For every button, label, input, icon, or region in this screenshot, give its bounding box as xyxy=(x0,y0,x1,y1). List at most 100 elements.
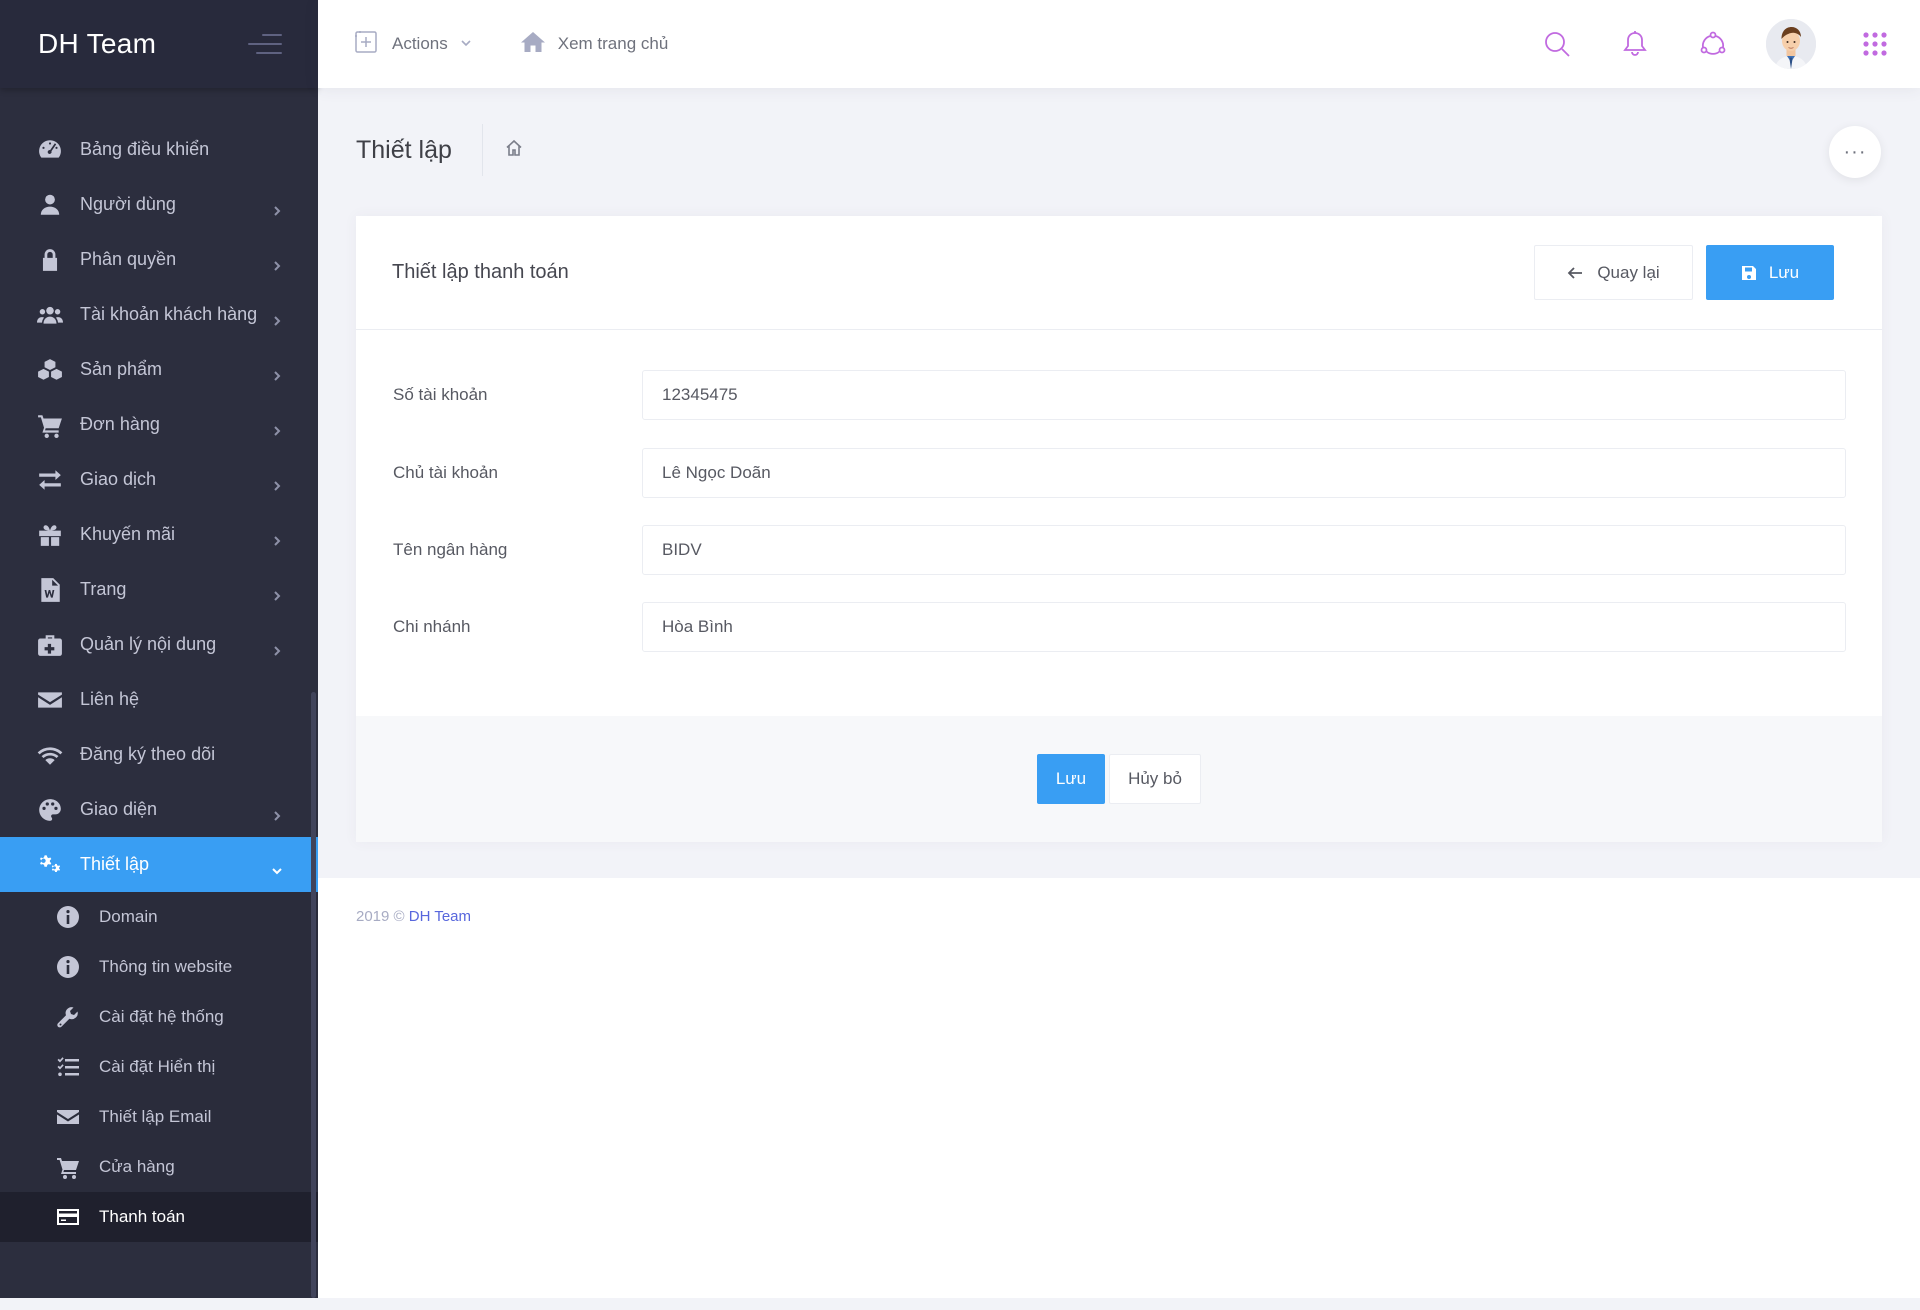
sidebar: DH Team Bảng điều khiển Người dùng Phân … xyxy=(0,0,318,1298)
info-circle-icon xyxy=(55,954,81,980)
cogs-icon xyxy=(36,851,64,879)
envelope-icon xyxy=(36,686,64,714)
sidebar-item-label: Giao dịch xyxy=(80,469,157,489)
submenu-item-payment[interactable]: Thanh toán xyxy=(0,1192,318,1242)
branch-input[interactable] xyxy=(642,602,1846,652)
submenu-item-label: Domain xyxy=(99,907,158,926)
sidebar-item-contact[interactable]: Liên hệ xyxy=(0,672,318,727)
sidebar-item-customer-accounts[interactable]: Tài khoản khách hàng xyxy=(0,287,318,342)
breadcrumb-home-icon[interactable] xyxy=(505,139,523,162)
apps-grid-icon[interactable] xyxy=(1830,0,1920,88)
brand-name[interactable]: DH Team xyxy=(38,28,156,60)
sidebar-item-theme[interactable]: Giao diện xyxy=(0,782,318,837)
footer-save-button[interactable]: Lưu xyxy=(1037,754,1105,804)
sidebar-item-label: Liên hệ xyxy=(80,689,140,709)
sidebar-item-dashboard[interactable]: Bảng điều khiển xyxy=(0,122,318,177)
floppy-disk-icon xyxy=(1741,265,1756,280)
submenu-item-label: Thiết lập Email xyxy=(99,1107,212,1126)
more-dots-icon: ··· xyxy=(1843,140,1867,163)
submenu-item-label: Cửa hàng xyxy=(99,1157,175,1176)
sidebar-menu: Bảng điều khiển Người dùng Phân quyền Tà… xyxy=(0,88,318,892)
portlet-footer: Lưu Hủy bỏ xyxy=(356,716,1882,842)
chevron-right-icon xyxy=(272,200,282,216)
submenu-item-website-info[interactable]: Thông tin website xyxy=(0,942,318,992)
cart-icon xyxy=(36,411,64,439)
payment-settings-portlet: Thiết lập thanh toán Quay lại Lưu Số tài… xyxy=(356,216,1882,842)
back-button[interactable]: Quay lại xyxy=(1534,245,1693,300)
avatar[interactable] xyxy=(1766,19,1816,69)
sidebar-item-products[interactable]: Sản phẩm xyxy=(0,342,318,397)
chevron-right-icon xyxy=(272,475,282,491)
page-title: Thiết lập xyxy=(356,124,483,176)
sidebar-item-label: Sản phẩm xyxy=(80,359,163,379)
actions-label: Actions xyxy=(392,34,448,53)
chevron-down-icon xyxy=(448,34,472,54)
view-homepage-label: Xem trang chủ xyxy=(557,34,669,53)
view-homepage-link[interactable]: Xem trang chủ xyxy=(520,30,669,59)
add-box-icon xyxy=(354,30,378,59)
sidebar-item-label: Giao diện xyxy=(80,799,158,819)
chevron-right-icon xyxy=(272,640,282,656)
settings-submenu: Domain Thông tin website Cài đặt hệ thốn… xyxy=(0,892,318,1242)
bell-icon[interactable] xyxy=(1596,0,1674,88)
sidebar-item-label: Quản lý nội dung xyxy=(80,634,217,654)
sidebar-scrollbar[interactable] xyxy=(311,692,316,1298)
sidebar-item-permissions[interactable]: Phân quyền xyxy=(0,232,318,287)
search-icon[interactable] xyxy=(1518,0,1596,88)
tasks-icon xyxy=(55,1054,81,1080)
account-number-input[interactable] xyxy=(642,370,1846,420)
home-icon xyxy=(520,30,546,59)
more-options-button[interactable]: ··· xyxy=(1829,126,1881,178)
sidebar-item-subscriptions[interactable]: Đăng ký theo dõi xyxy=(0,727,318,782)
wifi-icon xyxy=(36,741,64,769)
top-header: Actions Xem trang chủ xyxy=(318,0,1920,88)
chevron-right-icon xyxy=(272,420,282,436)
share-network-icon[interactable] xyxy=(1674,0,1752,88)
envelope-icon xyxy=(55,1104,81,1130)
sidebar-item-content[interactable]: Quản lý nội dung xyxy=(0,617,318,672)
brand-bar: DH Team xyxy=(0,0,318,88)
sidebar-item-users[interactable]: Người dùng xyxy=(0,177,318,232)
chevron-right-icon xyxy=(272,365,282,381)
account-holder-label: Chủ tài khoản xyxy=(393,463,498,482)
sidebar-item-transactions[interactable]: Giao dịch xyxy=(0,452,318,507)
actions-dropdown[interactable]: Actions xyxy=(354,30,472,59)
sidebar-item-label: Trang xyxy=(80,579,127,599)
chevron-right-icon xyxy=(272,255,282,271)
save-button[interactable]: Lưu xyxy=(1706,245,1834,300)
submenu-item-label: Cài đặt hệ thống xyxy=(99,1007,224,1026)
submenu-item-display-settings[interactable]: Cài đặt Hiển thị xyxy=(0,1042,318,1092)
footer-brand-link[interactable]: DH Team xyxy=(409,908,471,925)
bank-name-input[interactable] xyxy=(642,525,1846,575)
exchange-icon xyxy=(36,466,64,494)
submenu-item-domain[interactable]: Domain xyxy=(0,892,318,942)
bank-name-label: Tên ngân hàng xyxy=(393,540,508,559)
hamburger-icon[interactable] xyxy=(248,34,282,54)
sidebar-item-settings[interactable]: Thiết lập xyxy=(0,837,318,892)
submenu-item-label: Thanh toán xyxy=(99,1207,186,1226)
subheader: Thiết lập xyxy=(356,124,523,176)
account-holder-input[interactable] xyxy=(642,448,1846,498)
payment-form: Số tài khoản Chủ tài khoản Tên ngân hàng… xyxy=(356,330,1882,652)
sidebar-item-label: Đăng ký theo dõi xyxy=(80,744,216,764)
portlet-header: Thiết lập thanh toán Quay lại Lưu xyxy=(356,216,1882,330)
chevron-right-icon xyxy=(272,585,282,601)
arrow-left-icon xyxy=(1568,266,1583,279)
sidebar-item-promotions[interactable]: Khuyến mãi xyxy=(0,507,318,562)
sidebar-item-orders[interactable]: Đơn hàng xyxy=(0,397,318,452)
submenu-item-system-settings[interactable]: Cài đặt hệ thống xyxy=(0,992,318,1042)
form-row-branch: Chi nhánh xyxy=(356,602,1882,652)
copyright-text: 2019 © DH Team xyxy=(356,908,471,925)
submenu-item-email-settings[interactable]: Thiết lập Email xyxy=(0,1092,318,1142)
sidebar-item-label: Đơn hàng xyxy=(80,414,160,434)
sidebar-item-label: Tài khoản khách hàng xyxy=(80,304,258,324)
form-row-account-holder: Chủ tài khoản xyxy=(356,448,1882,498)
sidebar-item-label: Phân quyền xyxy=(80,249,177,269)
sidebar-item-pages[interactable]: Trang xyxy=(0,562,318,617)
medkit-icon xyxy=(36,631,64,659)
cancel-button[interactable]: Hủy bỏ xyxy=(1109,754,1201,804)
save-button-label: Lưu xyxy=(1768,262,1800,282)
form-row-bank-name: Tên ngân hàng xyxy=(356,525,1882,575)
submenu-item-store[interactable]: Cửa hàng xyxy=(0,1142,318,1192)
users-icon xyxy=(36,301,64,329)
